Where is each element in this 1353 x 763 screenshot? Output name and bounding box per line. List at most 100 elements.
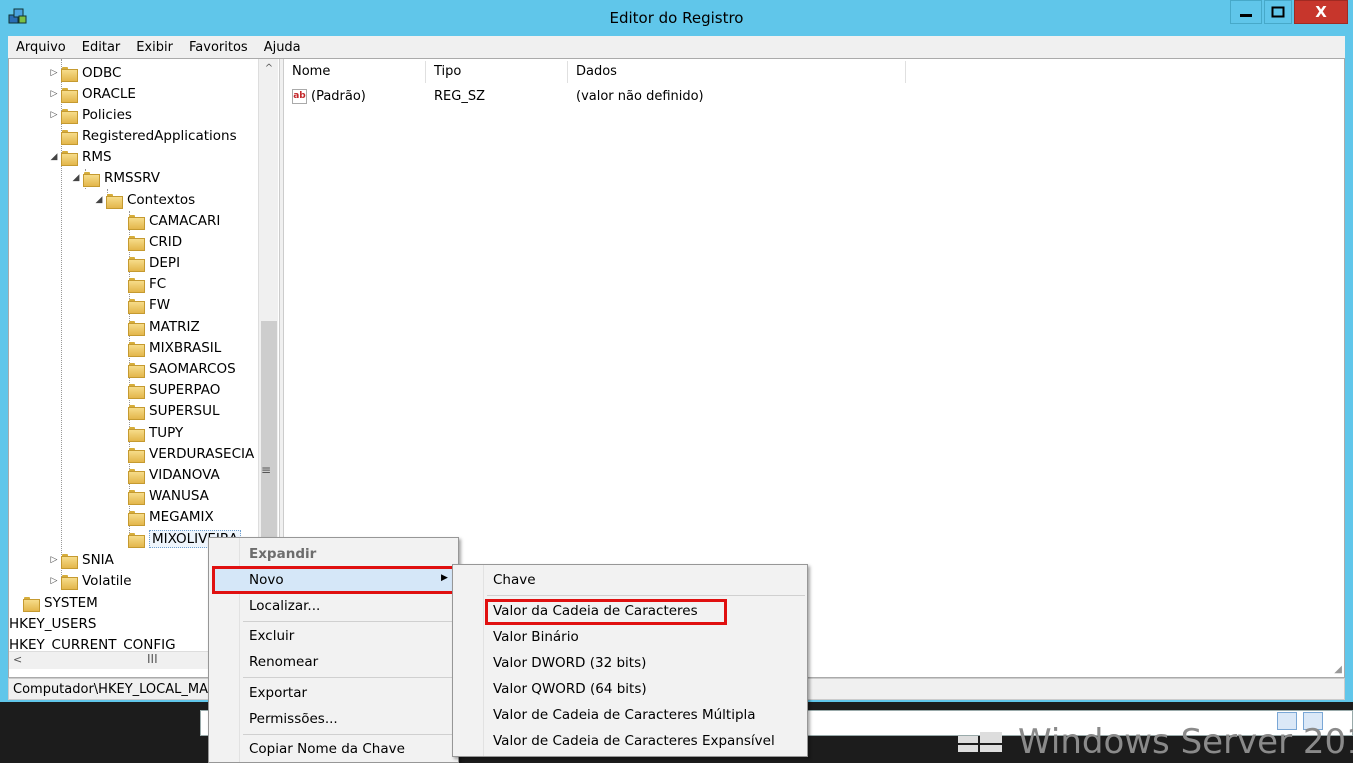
menu-item-expandir[interactable]: Expandir [249, 542, 316, 566]
menu-item-copiar-nome-da-chave[interactable]: Copiar Nome da Chave [249, 737, 405, 761]
menu-item-renomear[interactable]: Renomear [249, 650, 318, 674]
folder-icon [61, 574, 78, 590]
tree-node-contextos[interactable]: ◢ Contextos [92, 190, 195, 210]
tree-node-vidanova[interactable]: VIDANOVA [114, 465, 220, 485]
desktop-brand-text: Windows Server 2012 [1018, 722, 1353, 762]
tree-node-wanusa[interactable]: WANUSA [114, 486, 209, 506]
folder-icon [61, 66, 78, 82]
menu-item-exportar[interactable]: Exportar [249, 681, 307, 705]
list-header: Nome Tipo Dados [284, 61, 906, 83]
folder-icon [128, 404, 145, 420]
tree-node-rms[interactable]: ◢ RMS [47, 147, 112, 167]
folder-icon [128, 362, 145, 378]
submenu-item-valor-dword[interactable]: Valor DWORD (32 bits) [493, 651, 646, 675]
submenu-item-valor-cadeia-expansivel[interactable]: Valor de Cadeia de Caracteres Expansível [493, 729, 775, 753]
menu-arquivo[interactable]: Arquivo [16, 40, 66, 55]
annotation-highlight-box [212, 566, 455, 594]
folder-icon [128, 426, 145, 442]
submenu-item-valor-cadeia-multipla[interactable]: Valor de Cadeia de Caracteres Múltipla [493, 703, 756, 727]
submenu-item-valor-qword[interactable]: Valor QWORD (64 bits) [493, 677, 647, 701]
menu-editar[interactable]: Editar [82, 40, 121, 55]
expand-arrow-icon[interactable]: ▷ [47, 110, 61, 120]
minimize-button[interactable] [1230, 0, 1262, 24]
minimize-icon [1240, 14, 1252, 17]
value-name: (Padrão) [311, 88, 366, 104]
scroll-up-icon[interactable]: ^ [262, 63, 276, 77]
expand-arrow-icon[interactable]: ▷ [47, 555, 61, 565]
tree-node-system[interactable]: SYSTEM [9, 593, 98, 613]
menu-bar: Arquivo Editar Exibir Favoritos Ajuda [8, 36, 1345, 58]
tree-node-matriz[interactable]: MATRIZ [114, 317, 200, 337]
maximize-button[interactable] [1264, 0, 1292, 24]
column-header-dados[interactable]: Dados [568, 61, 906, 83]
folder-icon [128, 320, 145, 336]
resize-grip-icon[interactable]: ◢ [1334, 664, 1342, 675]
maximize-icon [1271, 6, 1285, 18]
tree-node-fc[interactable]: FC [114, 274, 166, 294]
menu-separator [487, 595, 805, 596]
scroll-left-icon[interactable]: < [13, 653, 22, 666]
folder-icon [61, 108, 78, 124]
tree-horizontal-scrollbar[interactable]: < III [9, 651, 209, 669]
scroll-grip-icon: ≡ [261, 463, 272, 477]
context-menu: Expandir Novo ▶ Localizar... Excluir Ren… [208, 537, 459, 763]
tree-node-superpao[interactable]: SUPERPAO [114, 380, 220, 400]
value-name-cell: ab (Padrão) [284, 88, 426, 104]
tree-node-verdurasecia[interactable]: VERDURASECIA [114, 444, 254, 464]
submenu-item-valor-binario[interactable]: Valor Binário [493, 625, 579, 649]
folder-icon [128, 341, 145, 357]
tree-node-megamix[interactable]: MEGAMIX [114, 507, 214, 527]
expand-arrow-icon[interactable]: ▷ [47, 89, 61, 99]
menu-separator [243, 621, 456, 622]
collapse-arrow-icon[interactable]: ◢ [92, 195, 106, 205]
tree-node-registeredapplications[interactable]: RegisteredApplications [47, 126, 237, 146]
submenu-item-chave[interactable]: Chave [493, 568, 536, 592]
folder-icon [128, 489, 145, 505]
folder-icon [128, 510, 145, 526]
list-item[interactable]: ab (Padrão) REG_SZ (valor não definido) [284, 86, 906, 106]
expand-arrow-icon[interactable]: ▷ [47, 68, 61, 78]
tree-node-saomarcos[interactable]: SAOMARCOS [114, 359, 236, 379]
tree-node-tupy[interactable]: TUPY [114, 423, 183, 443]
column-header-tipo[interactable]: Tipo [426, 61, 568, 83]
tree-node-odbc[interactable]: ▷ ODBC [47, 63, 121, 83]
tree-node-snia[interactable]: ▷ SNIA [47, 550, 114, 570]
expand-arrow-icon[interactable]: ▷ [47, 576, 61, 586]
menu-exibir[interactable]: Exibir [136, 40, 173, 55]
tree-node-hkey-users[interactable]: HKEY_USERS [9, 614, 96, 634]
menu-item-excluir[interactable]: Excluir [249, 624, 294, 648]
windows-logo-icon [958, 728, 1002, 752]
close-icon: X [1315, 3, 1327, 21]
annotation-highlight-box [485, 599, 727, 625]
menu-item-localizar[interactable]: Localizar... [249, 594, 320, 618]
tree-node-camacari[interactable]: CAMACARI [114, 211, 220, 231]
tree-node-supersul[interactable]: SUPERSUL [114, 401, 219, 421]
tree-node-oracle[interactable]: ▷ ORACLE [47, 84, 136, 104]
scroll-grip-icon: III [147, 652, 158, 666]
menu-ajuda[interactable]: Ajuda [264, 40, 301, 55]
title-bar[interactable]: Editor do Registro X [0, 0, 1353, 34]
collapse-arrow-icon[interactable]: ◢ [69, 173, 83, 183]
menu-favoritos[interactable]: Favoritos [189, 40, 248, 55]
folder-icon [128, 532, 145, 548]
tree-node-rmssrv[interactable]: ◢ RMSSRV [69, 168, 160, 188]
folder-icon [128, 277, 145, 293]
tree-node-policies[interactable]: ▷ Policies [47, 105, 132, 125]
folder-icon [61, 87, 78, 103]
collapse-arrow-icon[interactable]: ◢ [47, 152, 61, 162]
tree-node-depi[interactable]: DEPI [114, 253, 180, 273]
menu-separator [243, 677, 456, 678]
tree-node-fw[interactable]: FW [114, 295, 170, 315]
menu-item-permissoes[interactable]: Permissões... [249, 707, 338, 731]
tree-node-crid[interactable]: CRID [114, 232, 182, 252]
tree-node-volatile[interactable]: ▷ Volatile [47, 571, 132, 591]
column-header-nome[interactable]: Nome [284, 61, 426, 83]
tree-node-mixbrasil[interactable]: MIXBRASIL [114, 338, 221, 358]
folder-icon [83, 171, 100, 187]
folder-icon [61, 150, 78, 166]
status-path: Computador\HKEY_LOCAL_MA [13, 682, 208, 697]
folder-icon [128, 468, 145, 484]
folder-icon [61, 129, 78, 145]
close-button[interactable]: X [1294, 0, 1348, 24]
folder-icon [23, 596, 40, 612]
